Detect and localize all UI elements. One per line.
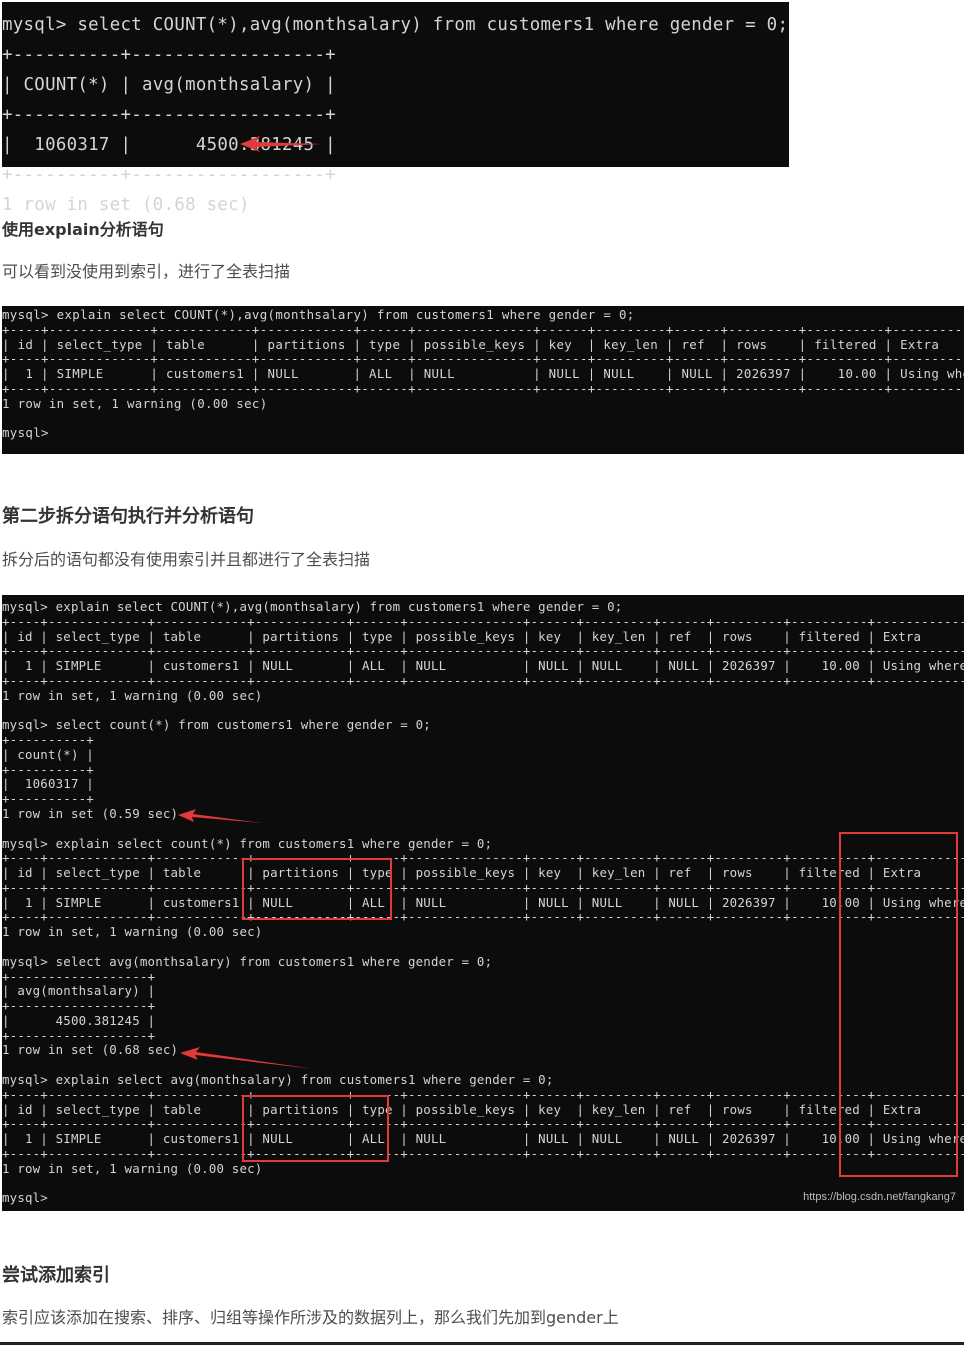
- section-heading-step2: 第二步拆分语句执行并分析语句: [2, 506, 254, 527]
- arrow-icon: [178, 809, 262, 823]
- terminal-output: mysql> explain select COUNT(*),avg(month…: [2, 307, 964, 441]
- terminal-screenshot-explain: mysql> explain select COUNT(*),avg(month…: [2, 306, 964, 454]
- section-paragraph-add-index: 索引应该添加在搜索、排序、归组等操作所涉及的数据列上，那么我们先加到gender…: [2, 1308, 619, 1327]
- highlight-partitions-type-box: [242, 1095, 389, 1162]
- watermark: https://blog.csdn.net/fangkang7: [803, 1191, 956, 1203]
- terminal-output: mysql> explain select COUNT(*),avg(month…: [2, 599, 964, 1206]
- terminal-screenshot-query-result: mysql> select COUNT(*),avg(monthsalary) …: [2, 2, 789, 215]
- highlight-partitions-type-box: [242, 858, 392, 920]
- arrow-icon: [180, 1047, 314, 1069]
- section-paragraph-explain: 可以看到没使用到索引，进行了全表扫描: [2, 262, 291, 281]
- terminal-output: mysql> select COUNT(*),avg(monthsalary) …: [2, 15, 789, 215]
- arrow-icon: [240, 136, 322, 152]
- section-paragraph-step2: 拆分后的语句都没有使用索引并且都进行了全表扫描: [2, 550, 371, 569]
- section-heading-explain: 使用explain分析语句: [2, 220, 164, 239]
- section-heading-add-index: 尝试添加索引: [2, 1265, 110, 1286]
- terminal-screenshot-split-queries: mysql> explain select COUNT(*),avg(month…: [2, 595, 964, 1211]
- divider: [0, 1342, 964, 1345]
- highlight-extra-column-box: [839, 832, 958, 1177]
